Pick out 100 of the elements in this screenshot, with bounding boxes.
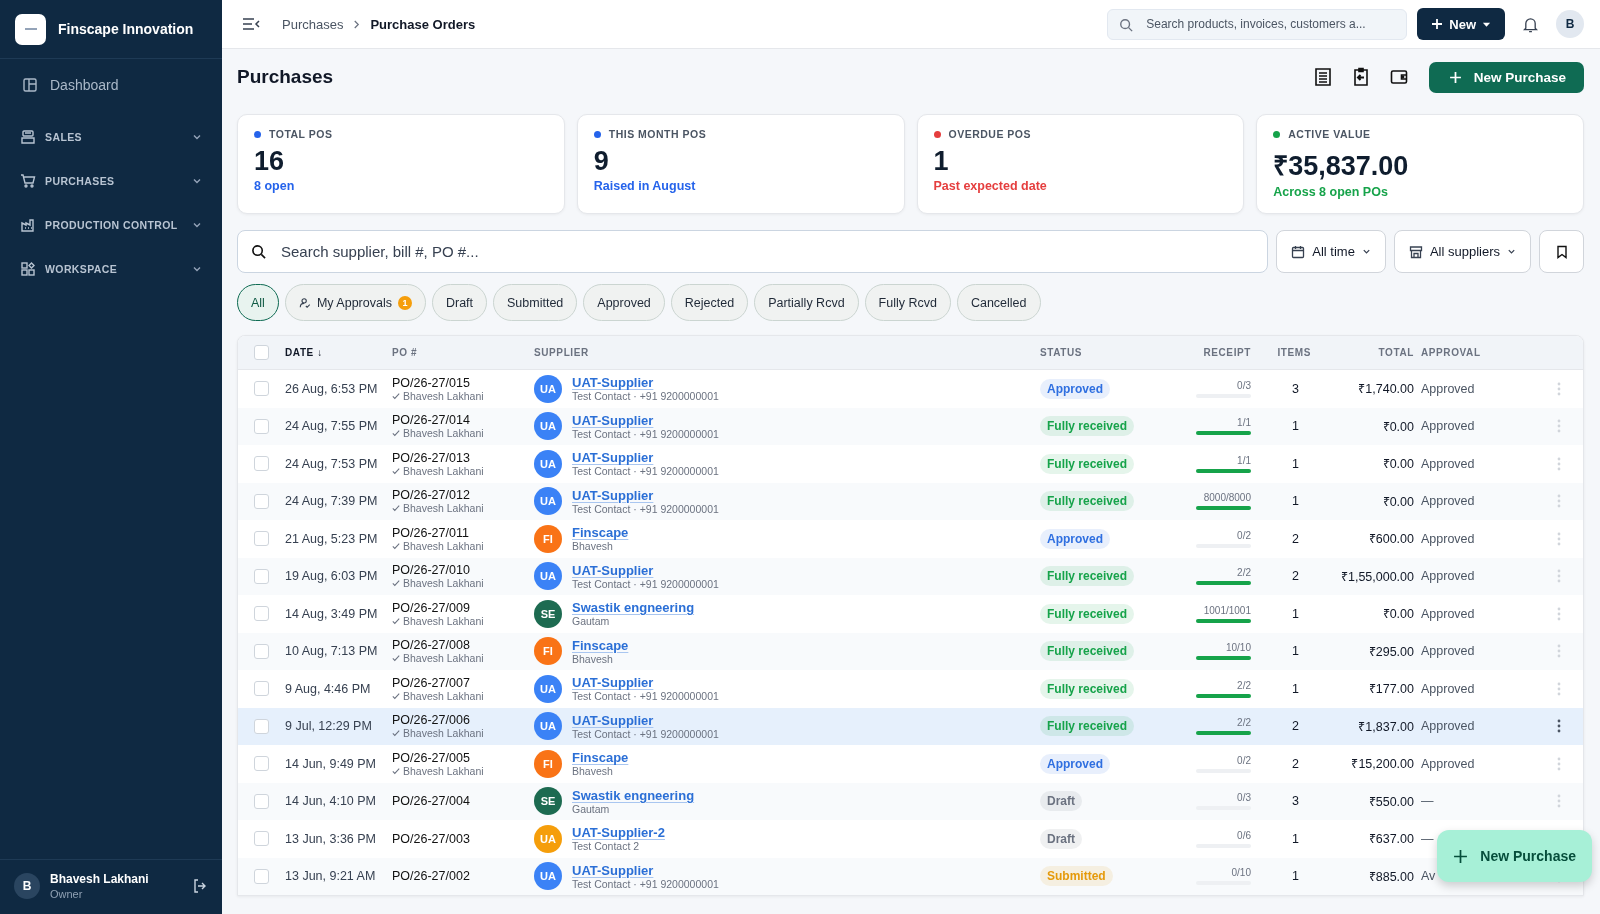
filter-chip[interactable]: Partially Rcvd [754, 284, 859, 321]
supplier-link[interactable]: UAT-Supplier-2 [572, 825, 665, 841]
total-cell-text: ₹637.00 [1367, 831, 1414, 848]
column-header[interactable]: ITEMS [1251, 347, 1311, 358]
filter-chip[interactable]: My Approvals 1 [284, 284, 426, 321]
user-avatar[interactable]: B [1556, 10, 1584, 38]
approval-cell-text: Approved [1420, 719, 1476, 734]
column-header[interactable]: STATUS [1040, 347, 1160, 358]
status-badge: Fully received [1040, 491, 1135, 512]
row-checkbox[interactable] [254, 418, 269, 434]
supplier-link[interactable]: UAT-Supplier [572, 562, 719, 578]
time-filter-dropdown[interactable]: All time [1276, 230, 1386, 273]
receipt-list-icon[interactable] [1312, 67, 1333, 87]
supplier-link[interactable]: UAT-Supplier [572, 412, 719, 428]
new-button[interactable]: New [1417, 8, 1505, 40]
breadcrumb-current: Purchase Orders [370, 16, 476, 32]
supplier-filter-dropdown[interactable]: All suppliers [1393, 230, 1531, 273]
bookmark-button[interactable] [1539, 230, 1584, 273]
filter-chip[interactable]: Fully Rcvd [864, 284, 951, 321]
menu-icon[interactable] [242, 17, 260, 31]
filter-chip[interactable]: Rejected [670, 284, 749, 321]
row-checkbox[interactable] [254, 531, 269, 547]
po-number: PO/26-27/002 [392, 869, 471, 884]
wallet-icon[interactable] [1388, 67, 1409, 87]
column-header[interactable]: DATE ↓ [285, 347, 392, 358]
notification-bell-icon[interactable] [1523, 15, 1538, 33]
check-icon [392, 391, 400, 400]
brand-name: Finscape Innovation [58, 21, 194, 37]
row-checkbox[interactable] [254, 831, 269, 847]
date-cell-text: 24 Aug, 7:53 PM [285, 456, 379, 471]
row-checkbox[interactable] [254, 756, 269, 772]
filter-chip[interactable]: Approved [583, 284, 665, 321]
column-header[interactable]: SUPPLIER [534, 347, 1040, 358]
supplier-link[interactable]: Finscape [572, 750, 629, 766]
global-search-field[interactable]: Search products, invoices, customers a... [1107, 8, 1408, 40]
supplier-avatar: SE [534, 787, 562, 816]
approver-name: Bhavesh Lakhani [403, 577, 484, 590]
po-number: PO/26-27/003 [392, 831, 471, 846]
row-checkbox[interactable] [254, 643, 269, 659]
logo-icon [15, 13, 46, 45]
new-purchase-floating-button[interactable]: New Purchase [1437, 830, 1592, 882]
approval-cell-text: Approved [1420, 681, 1476, 696]
supplier-link[interactable]: Finscape [572, 525, 629, 541]
sidebar-item[interactable]: SALES [0, 117, 222, 157]
supplier-link[interactable]: Finscape [572, 637, 629, 653]
receipt-count: 1001/1001 [1203, 604, 1251, 616]
filter-chip[interactable]: Draft [431, 284, 488, 321]
supplier-link[interactable]: UAT-Supplier [572, 487, 719, 503]
select-all-checkbox[interactable] [254, 345, 269, 360]
user-name: Bhavesh Lakhani [50, 872, 150, 886]
row-checkbox[interactable] [254, 568, 269, 584]
logout-icon[interactable] [192, 878, 208, 894]
more-options-icon[interactable] [1557, 719, 1561, 734]
row-checkbox[interactable] [254, 456, 269, 472]
approval-cell-text: Approved [1420, 569, 1476, 584]
filter-chip[interactable]: Cancelled [956, 284, 1041, 321]
status-badge: Fully received [1040, 603, 1135, 624]
column-header[interactable]: TOTAL [1311, 347, 1414, 358]
date-cell-text: 9 Jul, 12:29 PM [285, 719, 373, 734]
sidebar-item[interactable]: WORKSPACE [0, 249, 222, 289]
breadcrumb-link[interactable]: Purchases [282, 16, 344, 32]
column-header[interactable]: PO # [392, 347, 534, 358]
items-cell-text: 3 [1291, 381, 1300, 396]
receipt-count: 2/2 [1237, 717, 1251, 729]
row-checkbox[interactable] [254, 493, 269, 509]
filter-chip[interactable]: All [237, 284, 279, 321]
user-avatar: B [14, 873, 40, 899]
receipt-count: 0/3 [1237, 792, 1251, 804]
supplier-contact: Test Contact · +91 9200000001 [572, 877, 719, 890]
row-checkbox[interactable] [254, 381, 269, 397]
sidebar-item[interactable]: PRODUCTION CONTROL [0, 205, 222, 245]
approver-name: Bhavesh Lakhani [403, 427, 484, 440]
search-field[interactable]: Search supplier, bill #, PO #... [237, 230, 1269, 273]
total-cell-text: ₹885.00 [1367, 868, 1414, 885]
row-checkbox[interactable] [254, 681, 269, 697]
supplier-link[interactable]: UAT-Supplier [572, 712, 719, 728]
supplier-link[interactable]: UAT-Supplier [572, 862, 719, 878]
column-header[interactable]: RECEIPT [1160, 347, 1251, 358]
status-badge: Approved [1040, 753, 1110, 774]
new-purchase-button[interactable]: New Purchase [1428, 61, 1584, 93]
supplier-link[interactable]: UAT-Supplier [572, 450, 719, 466]
status-badge: Fully received [1040, 641, 1135, 662]
approver-name: Bhavesh Lakhani [403, 689, 484, 702]
supplier-link[interactable]: UAT-Supplier [572, 375, 719, 391]
receipt-progress-bar [1196, 468, 1251, 473]
approver-name: Bhavesh Lakhani [403, 652, 484, 665]
supplier-link[interactable]: UAT-Supplier [572, 675, 719, 691]
supplier-link[interactable]: Swastik engneering [572, 600, 695, 616]
filter-chip[interactable]: Submitted [493, 284, 578, 321]
sidebar-item[interactable]: Dashboard [0, 67, 222, 103]
row-checkbox[interactable] [254, 793, 269, 809]
po-number: PO/26-27/010 [392, 563, 471, 578]
sidebar-item[interactable]: PURCHASES [0, 161, 222, 201]
supplier-link[interactable]: Swastik engneering [572, 787, 695, 803]
column-header[interactable]: APPROVAL [1414, 347, 1544, 358]
row-checkbox[interactable] [254, 606, 269, 622]
row-checkbox[interactable] [254, 718, 269, 734]
stat-value: 9 [593, 146, 610, 177]
row-checkbox[interactable] [254, 868, 269, 884]
approval-cell-text: — [1420, 794, 1435, 809]
